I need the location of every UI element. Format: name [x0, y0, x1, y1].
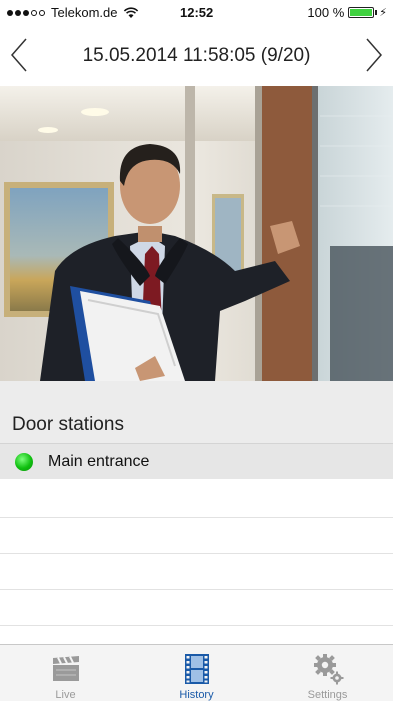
door-camera-snapshot[interactable] [0, 86, 393, 381]
door-stations-list: Door stations Main entrance [0, 381, 393, 644]
charging-icon: ⚡ [379, 7, 387, 19]
carrier-name: Telekom.de [51, 5, 118, 20]
tab-history[interactable]: History [131, 645, 262, 701]
section-header: Door stations [0, 381, 393, 443]
wifi-icon [124, 6, 139, 18]
chevron-left-icon [11, 38, 27, 72]
snapshot-image [0, 86, 393, 381]
tab-label: Live [55, 689, 76, 701]
gears-icon [313, 654, 343, 685]
list-divider [0, 517, 393, 518]
tab-label: Settings [307, 689, 348, 701]
battery-icon [348, 7, 375, 18]
status-bar-right: 100 % ⚡ [307, 5, 387, 20]
clapperboard-icon [52, 656, 79, 681]
list-divider [0, 553, 393, 554]
list-item-label: Main entrance [48, 452, 150, 470]
tab-settings[interactable]: Settings [262, 645, 393, 701]
film-strip-icon [184, 654, 209, 684]
online-status-icon [15, 452, 33, 471]
next-button[interactable] [359, 34, 389, 76]
list-divider [0, 589, 393, 590]
tab-live[interactable]: Live [0, 645, 131, 701]
list-divider [0, 625, 393, 626]
tab-bar: Live History Settings [0, 644, 393, 701]
section-title: Door stations [12, 414, 124, 435]
tab-label: History [179, 689, 214, 701]
signal-strength-icon [7, 9, 45, 16]
list-item-main-entrance[interactable]: Main entrance [0, 443, 393, 479]
status-time: 12:52 [180, 5, 214, 20]
status-bar: Telekom.de 12:52 100 % ⚡ [0, 0, 393, 24]
status-bar-left: Telekom.de [7, 5, 139, 20]
chevron-right-icon [366, 38, 382, 72]
navigation-bar: 15.05.2014 11:58:05 (9/20) [0, 24, 393, 86]
battery-percent: 100 % [307, 5, 345, 20]
previous-button[interactable] [4, 34, 34, 76]
event-timestamp-title: 15.05.2014 11:58:05 (9/20) [82, 45, 311, 66]
